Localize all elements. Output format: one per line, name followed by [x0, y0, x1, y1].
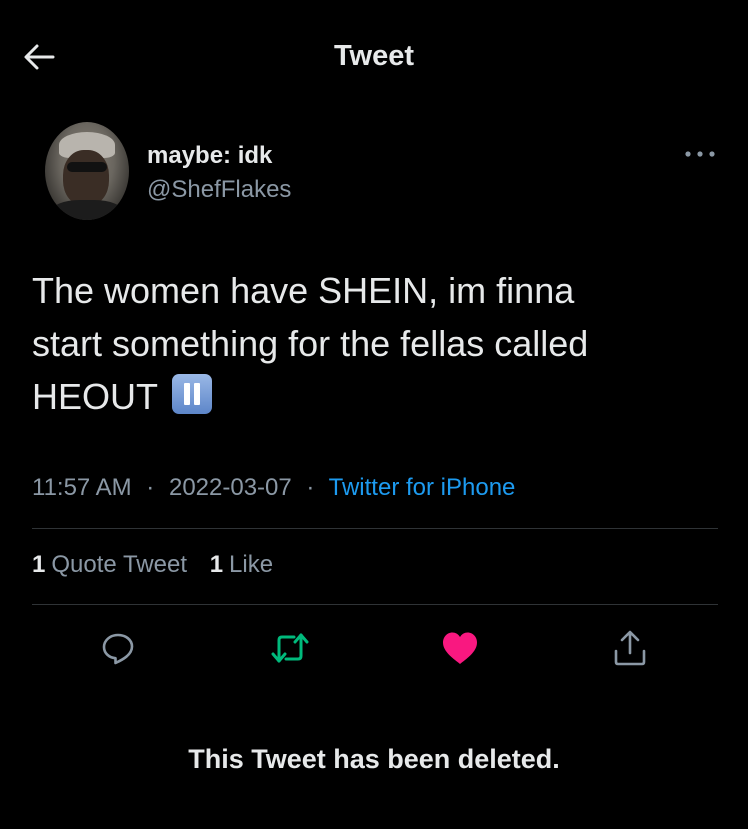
retweet-button[interactable] [270, 628, 310, 668]
stat-count: 1 [32, 551, 46, 578]
avatar-shades [67, 162, 107, 172]
author-display-name[interactable]: maybe: idk [147, 142, 272, 170]
tweet-text: The women have SHEIN, im finna start som… [32, 264, 722, 423]
tweet-line: HEOUT [32, 376, 158, 417]
pause-button-emoji [172, 374, 212, 414]
likes-stat[interactable]: 1 Like [210, 551, 273, 579]
like-button[interactable] [440, 628, 480, 668]
stat-label: Quote Tweet [51, 551, 188, 578]
more-horizontal-icon [685, 151, 715, 157]
tweet-line: The women have SHEIN, im finna [32, 270, 575, 311]
retweet-icon [271, 633, 309, 663]
tweet-date: 2022-03-07 [168, 474, 292, 501]
divider [32, 604, 718, 605]
stat-count: 1 [209, 551, 224, 578]
divider [32, 528, 718, 529]
avatar-face [63, 150, 109, 206]
tweet-metadata: 11:57 AM · 2022-03-07 · Twitter for iPho… [32, 474, 515, 502]
more-options-button[interactable] [680, 144, 720, 164]
reply-button[interactable] [98, 628, 138, 668]
tweet-line: start something for the fellas called [32, 323, 589, 364]
meta-separator: · [306, 474, 315, 501]
meta-separator: · [146, 474, 155, 501]
stat-label: Like [229, 551, 274, 578]
page-title: Tweet [333, 40, 415, 72]
top-bar: Tweet [0, 0, 748, 112]
reply-icon [102, 633, 134, 665]
author-avatar[interactable] [45, 122, 129, 220]
heart-icon [443, 632, 477, 664]
share-button[interactable] [610, 628, 650, 668]
avatar-shirt [51, 200, 123, 220]
deleted-tweet-notice: This Tweet has been deleted. [188, 744, 560, 774]
tweet-source-link[interactable]: Twitter for iPhone [329, 474, 516, 501]
tweet-line-last: HEOUT [32, 370, 722, 423]
quote-tweets-stat[interactable]: 1 Quote Tweet [32, 551, 187, 579]
author-handle[interactable]: @ShefFlakes [147, 176, 291, 204]
engagement-stats: 1 Quote Tweet 1 Like [32, 551, 289, 579]
tweet-time: 11:57 AM [32, 474, 132, 501]
share-icon [614, 630, 646, 666]
